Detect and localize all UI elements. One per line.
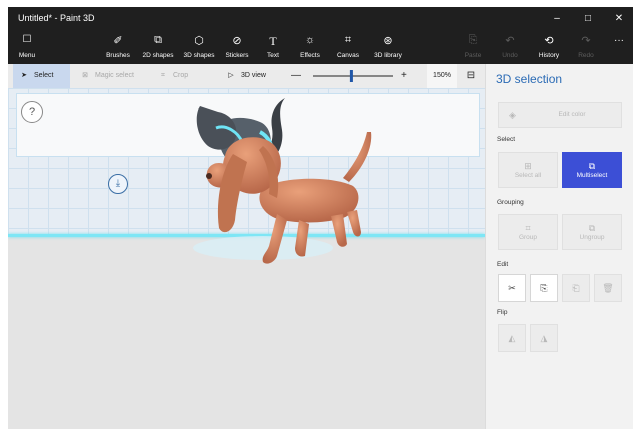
window-title: Untitled* - Paint 3D (18, 13, 95, 23)
view-options-icon: ⊟ (466, 70, 476, 81)
dog-3d-model[interactable] (203, 128, 383, 278)
multiselect-button[interactable]: ⧉ Multiselect (562, 152, 622, 188)
brushes-button[interactable]: ✐ Brushes (101, 31, 135, 64)
delete-button[interactable]: 🗑 (594, 274, 622, 302)
trash-icon: 🗑 (602, 283, 614, 293)
copy-button[interactable]: ⎘ (530, 274, 558, 302)
zoom-in-button[interactable]: + (401, 64, 407, 88)
paste-icon: ⎗ (572, 283, 580, 293)
magic-select-icon: ⊠ (82, 72, 88, 79)
flip-vertical-icon: ◮ (540, 333, 548, 343)
select-section-label: Select (497, 136, 516, 143)
cursor-icon: ➤ (21, 72, 27, 79)
crop-tool[interactable]: ⌗ Crop (158, 64, 188, 88)
flip-section-label: Flip (497, 309, 508, 316)
3d-shapes-button[interactable]: ⬡ 3D shapes (179, 31, 219, 64)
more-options-button[interactable]: ··· (610, 31, 628, 64)
redo-button[interactable]: ↷ Redo (573, 31, 599, 64)
panel-title: 3D selection (496, 72, 563, 86)
side-panel-3d-selection: 3D selection ◈ Edit color Select ⊞ Selec… (485, 64, 633, 429)
zoom-slider-thumb[interactable] (349, 70, 353, 82)
3d-shapes-icon: ⬡ (194, 35, 204, 47)
edit-color-button[interactable]: ◈ Edit color (498, 102, 622, 128)
close-button[interactable]: ✕ (605, 10, 633, 28)
flip-vertical-button[interactable]: ◮ (530, 324, 558, 352)
ribbon: ☐ Menu ✐ Brushes ⧉ 2D shapes ⬡ 3D shapes… (8, 31, 633, 64)
ungroup-icon: ⧉ (588, 223, 596, 233)
stickers-button[interactable]: ⊘ Stickers (220, 31, 254, 64)
3d-library-icon: ⊛ (383, 35, 393, 47)
zoom-level[interactable]: 150% (427, 64, 457, 88)
2d-shapes-icon: ⧉ (154, 34, 162, 46)
maximize-button[interactable]: □ (574, 10, 602, 28)
menu-button[interactable]: ☐ Menu (12, 31, 42, 64)
text-icon: T (269, 34, 277, 48)
redo-icon: ↷ (581, 35, 591, 47)
magic-select-tool[interactable]: ⊠ Magic select (80, 64, 134, 88)
multiselect-icon: ⧉ (588, 161, 596, 171)
brush-icon: ✐ (113, 35, 123, 47)
workspace[interactable]: ? ⤓ (8, 88, 485, 429)
undo-icon: ↶ (505, 35, 515, 47)
stickers-icon: ⊘ (232, 35, 242, 47)
history-button[interactable]: ⟲ History (533, 31, 565, 64)
select-all-icon: ⊞ (524, 161, 532, 171)
minimize-button[interactable]: – (543, 10, 571, 28)
canvas-icon: ⌗ (344, 34, 352, 46)
paste-icon: ⎘ (468, 34, 478, 46)
toolbar: ➤ Select ⊠ Magic select ⌗ Crop ▷ 3D view — +… (8, 64, 485, 88)
grouping-section-label: Grouping (497, 199, 524, 206)
color-drop-icon: ◈ (509, 110, 516, 120)
3d-view-toggle[interactable]: ▷ 3D view (226, 64, 266, 88)
flip-horizontal-button[interactable]: ◭ (498, 324, 526, 352)
ungroup-button[interactable]: ⧉ Ungroup (562, 214, 622, 250)
edit-section-label: Edit (497, 261, 509, 268)
2d-shapes-button[interactable]: ⧉ 2D shapes (138, 31, 178, 64)
3d-library-button[interactable]: ⊛ 3D library (368, 31, 408, 64)
push-to-canvas-icon: ⤓ (115, 178, 121, 189)
effects-button[interactable]: ☼ Effects (295, 31, 325, 64)
menu-icon: ☐ (22, 34, 32, 45)
effects-icon: ☼ (304, 34, 316, 46)
zoom-slider[interactable] (311, 69, 395, 83)
help-button[interactable]: ? (21, 101, 43, 123)
paste-panel-button[interactable]: ⎗ (562, 274, 590, 302)
copy-icon: ⎘ (540, 283, 548, 293)
bounding-box-control[interactable]: ⤓ (108, 174, 128, 194)
cut-button[interactable]: ✂ (498, 274, 526, 302)
history-icon: ⟲ (544, 35, 554, 47)
title-bar: Untitled* - Paint 3D – □ ✕ (8, 7, 633, 31)
paste-button[interactable]: ⎘ Paste (460, 31, 486, 64)
crop-icon: ⌗ (161, 72, 165, 79)
group-button[interactable]: ⌗ Group (498, 214, 558, 250)
undo-button[interactable]: ↶ Undo (497, 31, 523, 64)
3d-view-icon: ▷ (228, 72, 234, 79)
select-all-button[interactable]: ⊞ Select all (498, 152, 558, 188)
view-options-button[interactable]: ⊟ (460, 64, 482, 88)
select-tool[interactable]: ➤ Select (13, 64, 70, 88)
flip-horizontal-icon: ◭ (508, 333, 516, 343)
group-icon: ⌗ (525, 223, 531, 233)
cut-icon: ✂ (508, 283, 516, 293)
text-button[interactable]: T Text (261, 31, 285, 64)
paint3d-window: Untitled* - Paint 3D – □ ✕ ☐ Menu ✐ Brus… (8, 7, 633, 429)
zoom-out-button[interactable]: — (291, 64, 301, 88)
canvas-button[interactable]: ⌗ Canvas (333, 31, 363, 64)
